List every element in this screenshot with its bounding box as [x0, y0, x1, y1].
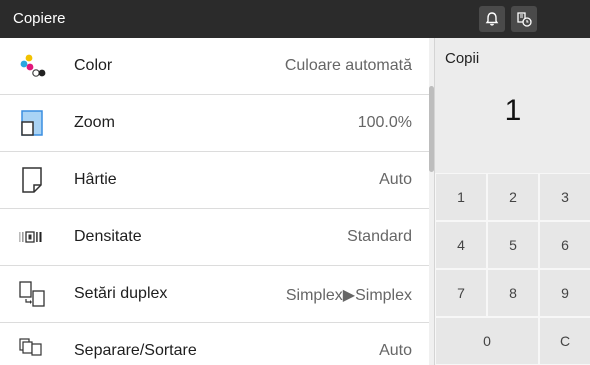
- printer-clock-icon: [515, 10, 533, 28]
- key-9[interactable]: 9: [539, 269, 590, 317]
- copies-count: 1: [504, 94, 522, 127]
- zoom-icon: [18, 109, 46, 137]
- copies-panel: Copii 1 1 2 3 4 5 6 7 8 9 0 C: [434, 38, 590, 365]
- key-0[interactable]: 0: [435, 317, 539, 365]
- key-clear[interactable]: C: [539, 317, 590, 365]
- numeric-keypad: 1 2 3 4 5 6 7 8 9 0 C: [435, 173, 590, 365]
- setting-row-duplex[interactable]: Setări duplex Simplex▶Simplex: [0, 266, 430, 323]
- setting-row-color[interactable]: Color Culoare automată: [0, 38, 430, 95]
- key-1[interactable]: 1: [435, 173, 487, 221]
- setting-label: Densitate: [74, 228, 142, 245]
- setting-row-density[interactable]: Densitate Standard: [0, 209, 430, 266]
- setting-value: Standard: [347, 228, 412, 245]
- setting-value: Auto: [379, 342, 412, 359]
- setting-label: Color: [74, 57, 113, 74]
- setting-value: Auto: [379, 171, 412, 188]
- setting-label: Setări duplex: [74, 285, 168, 302]
- top-bar: Copiere: [0, 0, 590, 38]
- key-3[interactable]: 3: [539, 173, 590, 221]
- setting-label: Hârtie: [74, 171, 117, 188]
- paper-icon: [18, 166, 46, 194]
- setting-row-sort[interactable]: Separare/Sortare Auto: [0, 323, 430, 365]
- key-8[interactable]: 8: [487, 269, 539, 317]
- settings-list: Color Culoare automată Zoom 100.0% Hârti…: [0, 38, 430, 365]
- setting-value: Culoare automată: [284, 57, 412, 74]
- key-4[interactable]: 4: [435, 221, 487, 269]
- notification-button[interactable]: [479, 6, 505, 32]
- key-6[interactable]: 6: [539, 221, 590, 269]
- setting-row-paper[interactable]: Hârtie Auto: [0, 152, 430, 209]
- copies-label: Copii: [445, 50, 480, 67]
- setting-label: Separare/Sortare: [74, 342, 197, 359]
- color-dots-icon: [18, 52, 46, 80]
- bell-icon: [484, 11, 500, 27]
- duplex-icon: [18, 280, 46, 308]
- key-7[interactable]: 7: [435, 269, 487, 317]
- key-2[interactable]: 2: [487, 173, 539, 221]
- setting-row-zoom[interactable]: Zoom 100.0%: [0, 95, 430, 152]
- setting-value: 100.0%: [357, 114, 412, 131]
- density-icon: [18, 223, 46, 251]
- setting-value: Simplex▶Simplex: [285, 287, 412, 304]
- key-5[interactable]: 5: [487, 221, 539, 269]
- setting-label: Zoom: [74, 114, 115, 131]
- page-title: Copiere: [13, 10, 66, 27]
- job-status-button[interactable]: [511, 6, 537, 32]
- sort-icon: [18, 337, 46, 365]
